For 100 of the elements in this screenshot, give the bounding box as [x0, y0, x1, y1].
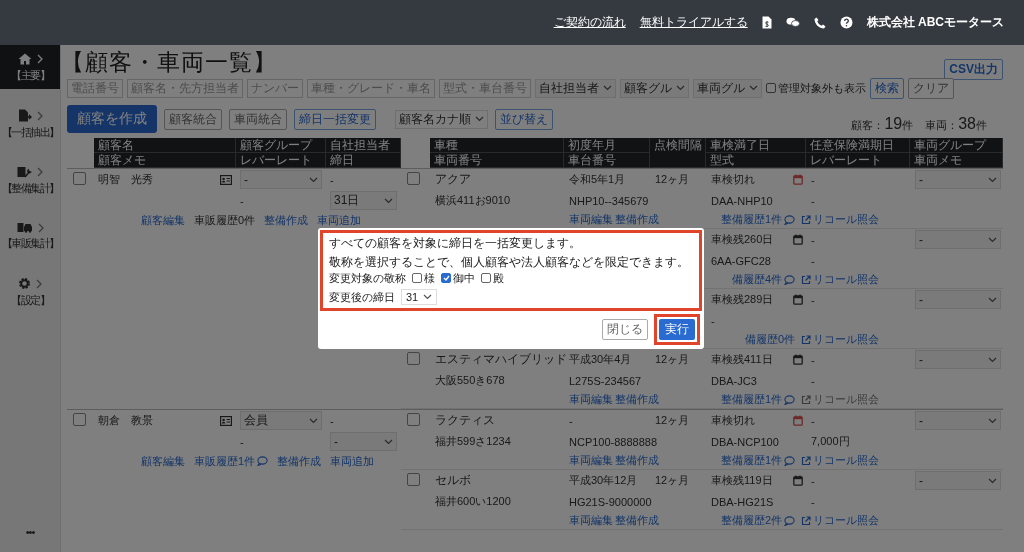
- first-registration: 平成30年12月: [569, 473, 638, 488]
- sidebar-item[interactable]: 【整備集計】: [0, 158, 60, 202]
- column-header: 初度年月: [564, 138, 650, 153]
- close-button[interactable]: 閉じる: [602, 319, 648, 340]
- sales-history-text: 車販履歴0件: [194, 212, 256, 228]
- vehicle-group-select[interactable]: -: [915, 290, 1001, 309]
- recall-link[interactable]: リコール照会: [801, 513, 1003, 528]
- external-link-icon: [801, 455, 811, 466]
- car-icon: [16, 222, 33, 233]
- caret-icon: [384, 197, 393, 204]
- sidebar-item[interactable]: 【主要】: [0, 45, 60, 89]
- vehicle-group-select[interactable]: -: [915, 170, 1001, 189]
- csv-export-button[interactable]: CSV出力: [944, 59, 1003, 80]
- customer-link[interactable]: 車両追加: [317, 212, 362, 228]
- customer-link[interactable]: 車両追加: [330, 453, 375, 469]
- group-select[interactable]: 会員: [240, 411, 322, 430]
- help-icon[interactable]: [839, 16, 853, 29]
- closing-day-select[interactable]: 31日: [330, 191, 397, 210]
- maintenance-create-link[interactable]: 整備作成: [615, 513, 659, 528]
- maintenance-history-link[interactable]: 整備履歴1件: [720, 212, 795, 227]
- action-button[interactable]: 顧客統合: [164, 108, 222, 130]
- recall-link[interactable]: リコール照会: [801, 453, 1003, 468]
- checkbox[interactable]: [412, 273, 422, 283]
- chat-icon[interactable]: [785, 17, 800, 28]
- row-checkbox[interactable]: [407, 473, 420, 486]
- vehicle-edit-link[interactable]: 車両編集: [569, 212, 613, 227]
- sort-select[interactable]: 顧客名カナ順: [395, 109, 488, 129]
- vehicle-edit-link[interactable]: 車両編集: [569, 453, 613, 468]
- customer-name: 明智 光秀: [98, 172, 153, 187]
- caret-icon: [988, 477, 997, 484]
- filter-select[interactable]: 自社担当者: [535, 78, 616, 98]
- phone-icon[interactable]: [813, 16, 826, 29]
- checkbox[interactable]: [441, 273, 451, 283]
- filter-select[interactable]: 車両グル: [693, 78, 762, 98]
- header-link[interactable]: ご契約の流れ: [553, 14, 626, 31]
- row-checkbox[interactable]: [407, 413, 420, 426]
- count-text: 顧客：19件: [851, 115, 914, 133]
- maintenance-history-link[interactable]: 備履歴4件: [731, 272, 795, 287]
- column-header: 顧客名: [93, 138, 236, 153]
- filter-button[interactable]: 検索: [870, 77, 904, 99]
- vehicle-group-select[interactable]: -: [915, 230, 1001, 249]
- maintenance-history-link[interactable]: 整備履歴1件: [720, 453, 795, 468]
- maintenance-create-link[interactable]: 整備作成: [615, 212, 659, 227]
- recall-link[interactable]: リコール照会: [801, 272, 1003, 287]
- more-menu[interactable]: •••: [25, 526, 35, 538]
- vehicle-edit-link[interactable]: 車両編集: [569, 392, 613, 407]
- model-code: -: [711, 314, 715, 327]
- sort-button[interactable]: 並び替え: [495, 108, 553, 130]
- row-checkbox[interactable]: [73, 172, 86, 185]
- maintenance-history-link[interactable]: 整備履歴2件: [720, 513, 795, 528]
- create-customer-button[interactable]: 顧客を作成: [67, 105, 157, 133]
- plate-number: 福井599さ1234: [435, 434, 511, 449]
- maintenance-create-link[interactable]: 整備作成: [615, 453, 659, 468]
- sidebar-item[interactable]: 【一括抽出】: [0, 101, 60, 146]
- customer-link[interactable]: 整備作成: [277, 453, 322, 469]
- maintenance-history-link[interactable]: 整備履歴1件: [720, 392, 795, 407]
- maintenance-history-link[interactable]: 備履歴0件: [744, 332, 795, 347]
- caret-icon: [676, 85, 685, 91]
- checkbox-label: 御中: [453, 271, 475, 285]
- caret-icon: [603, 85, 612, 91]
- row-checkbox[interactable]: [407, 172, 420, 185]
- chevron-right-icon: [37, 222, 44, 233]
- vehicle-group-select[interactable]: -: [915, 411, 1001, 430]
- vehicle-group-select[interactable]: -: [915, 350, 1001, 369]
- maintenance-create-link[interactable]: 整備作成: [615, 392, 659, 407]
- action-button[interactable]: 車両統合: [229, 108, 287, 130]
- inspection-interval: 12ヶ月: [655, 172, 690, 187]
- header-link[interactable]: 無料トライアルする: [639, 14, 748, 31]
- sales-history-link[interactable]: 車販履歴1件: [194, 453, 269, 469]
- file-export-icon: [17, 109, 32, 122]
- insurance-date: -: [811, 474, 815, 487]
- customer-link[interactable]: 整備作成: [264, 212, 309, 228]
- model-code: 6AA-GFC28: [711, 254, 771, 267]
- closing-day-select[interactable]: -: [330, 432, 397, 451]
- external-link-icon: [801, 515, 811, 526]
- checkbox[interactable]: [481, 273, 491, 283]
- customer-link[interactable]: 顧客編集: [141, 453, 185, 469]
- group-select[interactable]: -: [240, 170, 322, 189]
- contact-card-icon: [220, 174, 232, 185]
- chassis-number: NCP100-8888888: [569, 435, 658, 448]
- column-header: 締日: [325, 153, 401, 168]
- run-button[interactable]: 実行: [659, 319, 695, 340]
- filter-select[interactable]: 顧客グル: [620, 78, 689, 98]
- closing-day-select[interactable]: 31: [401, 289, 438, 305]
- column-header: 車検満了日: [706, 138, 806, 153]
- recall-link[interactable]: リコール照会: [801, 212, 1003, 227]
- vehicle-group-select[interactable]: -: [915, 471, 1001, 490]
- row-checkbox[interactable]: [407, 352, 420, 365]
- action-button[interactable]: 締日一括変更: [294, 108, 376, 130]
- customer-link[interactable]: 顧客編集: [141, 212, 185, 228]
- vehicle-edit-link[interactable]: 車両編集: [569, 513, 613, 528]
- row-checkbox[interactable]: [73, 413, 86, 426]
- sidebar-item[interactable]: 【車販集計】: [0, 214, 60, 257]
- checkbox[interactable]: [766, 83, 776, 93]
- sidebar-item[interactable]: 【設定】: [0, 269, 60, 314]
- invoice-icon[interactable]: [761, 16, 772, 29]
- recall-link[interactable]: リコール照会: [801, 332, 1003, 347]
- chevron-right-icon: [37, 167, 43, 177]
- filter-button[interactable]: クリア: [908, 77, 954, 99]
- leverage-rate: -: [811, 374, 815, 387]
